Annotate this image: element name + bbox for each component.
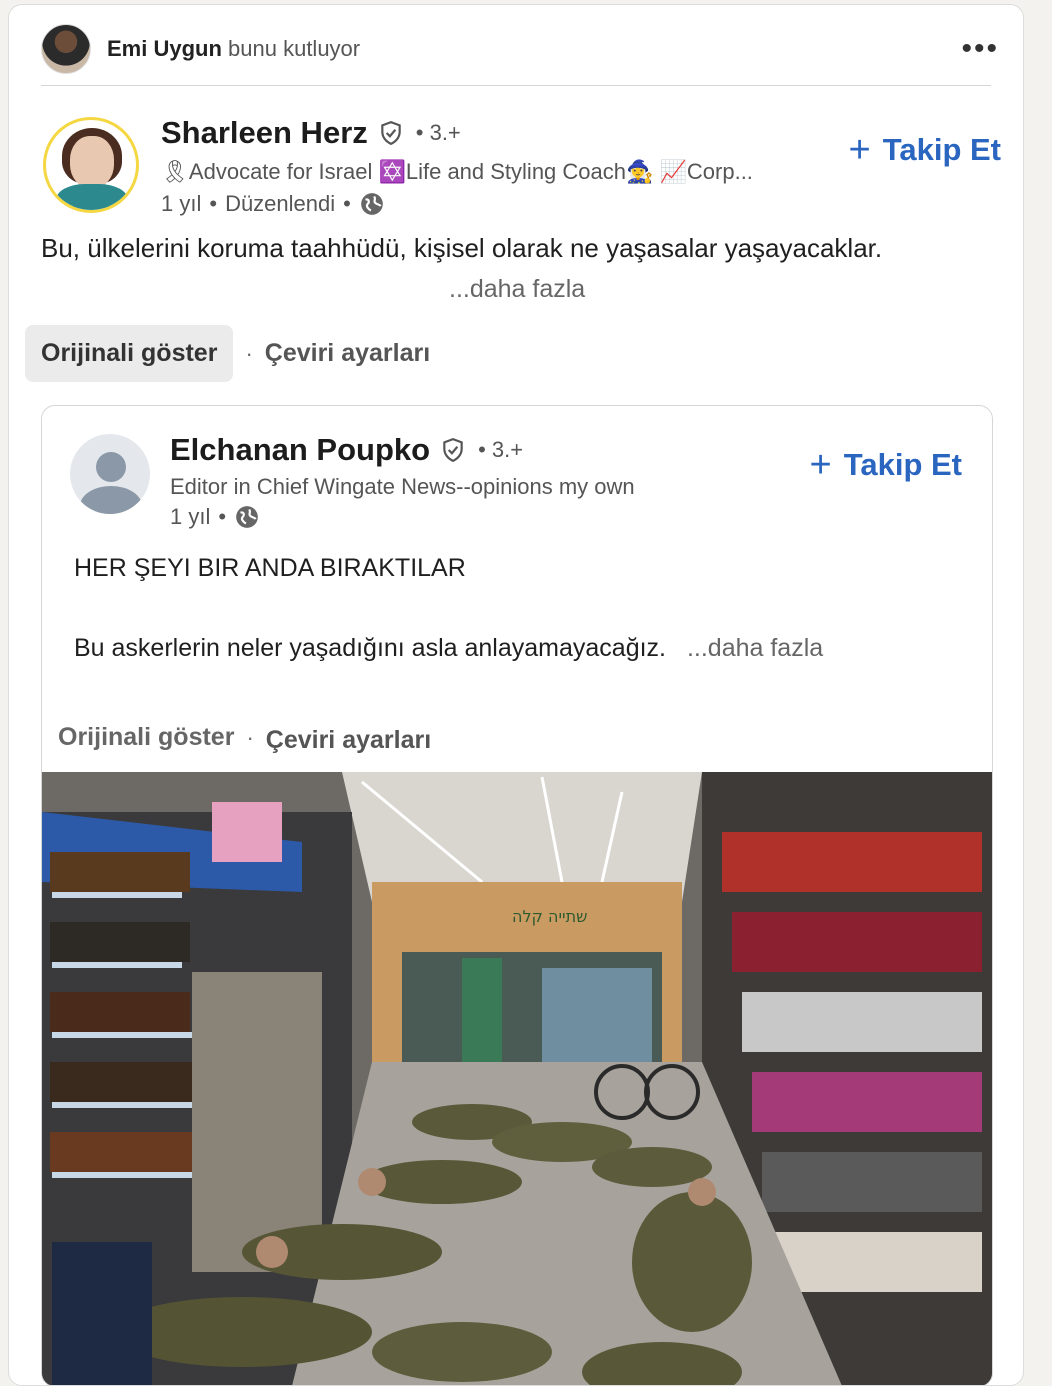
plus-icon: + [809,444,832,486]
connection-degree: • 3.+ [415,120,461,145]
see-more-link[interactable]: ...daha fazla [449,275,585,304]
verified-badge-icon [381,121,401,146]
post-meta: 1 yıl • Düzenlendi • [161,191,385,217]
globe-icon [361,193,383,215]
show-original-button[interactable]: Orijinali göster [25,325,234,382]
avatar-placeholder-body [80,486,142,514]
shared-translation-separator: · [246,724,254,750]
verified-badge-icon [443,438,463,463]
avatar-body [56,184,128,210]
author-name-line: Sharleen Herz • 3.+ [161,115,461,151]
shared-meta-separator: • [218,504,227,529]
translation-settings-link[interactable]: Çeviri ayarları [265,339,430,368]
globe-icon [236,506,258,528]
author-avatar[interactable] [43,117,139,213]
liker-name[interactable]: Emi Uygun [107,36,222,61]
activity-header: Emi Uygun bunu kutluyor ••• [41,19,999,79]
store-sign-text: שתייה קלה [512,907,587,926]
activity-action: bunu kutluyor [228,36,361,61]
store-photo-illustration: שתייה קלה [42,772,992,1385]
shared-post-text: Bu askerlerin neler yaşadığını asla anla… [74,634,666,662]
shared-translation-bar: Orijinali göster · Çeviri ayarları [58,720,431,755]
more-options-icon[interactable]: ••• [961,34,999,64]
post-photo[interactable]: שתייה קלה [42,772,992,1385]
header-divider [41,85,991,86]
shared-post-text-line1: HER ŞEYI BIR ANDA BIRAKTILAR [74,554,466,582]
author-name[interactable]: Sharleen Herz [161,115,368,151]
avatar-face [70,136,114,188]
shared-author-avatar[interactable] [70,434,150,514]
shared-follow-label: Takip Et [843,447,962,482]
shared-author-headline: Editor in Chief Wingate News--opinions m… [170,474,635,499]
follow-label: Takip Et [882,132,1001,167]
post-text: Bu, ülkelerini koruma taahhüdü, kişisel … [41,233,883,263]
shared-author-name[interactable]: Elchanan Poupko [170,432,430,468]
meta-separator: • [209,191,218,216]
author-headline: 🎗Advocate for Israel ✡️Life and Styling … [161,159,753,184]
shared-follow-button[interactable]: + Takip Et [810,446,962,484]
feed-post-card: Emi Uygun bunu kutluyor ••• Sharleen Her… [8,4,1024,1386]
avatar-placeholder-head [96,452,126,482]
meta-separator-2: • [343,191,351,216]
post-time: 1 yıl [161,191,202,216]
shared-post-time: 1 yıl [170,504,211,529]
shared-post-text-line2: Bu askerlerin neler yaşadığını asla anla… [74,634,823,663]
shared-author-name-line: Elchanan Poupko • 3.+ [170,432,523,468]
shared-show-original-button[interactable]: Orijinali göster [58,723,234,752]
plus-icon: + [848,129,871,171]
shared-post-card[interactable]: Elchanan Poupko • 3.+ Editor in Chief Wi… [41,405,993,1385]
translation-bar: Orijinali göster · Çeviri ayarları [25,325,430,382]
post-author: Sharleen Herz • 3.+ 🎗Advocate for Israel… [41,113,1001,223]
liker-avatar[interactable] [41,24,91,74]
translation-separator: · [245,340,253,366]
edited-label: Düzenlendi [225,191,336,216]
follow-button[interactable]: + Takip Et [849,131,1001,169]
shared-connection-degree: • 3.+ [478,437,524,462]
shared-post-meta: 1 yıl • [170,504,260,530]
shared-see-more-link[interactable]: ...daha fazla [687,634,823,662]
shared-translation-settings-link[interactable]: Çeviri ayarları [266,726,431,755]
activity-text: Emi Uygun bunu kutluyor [107,36,360,62]
